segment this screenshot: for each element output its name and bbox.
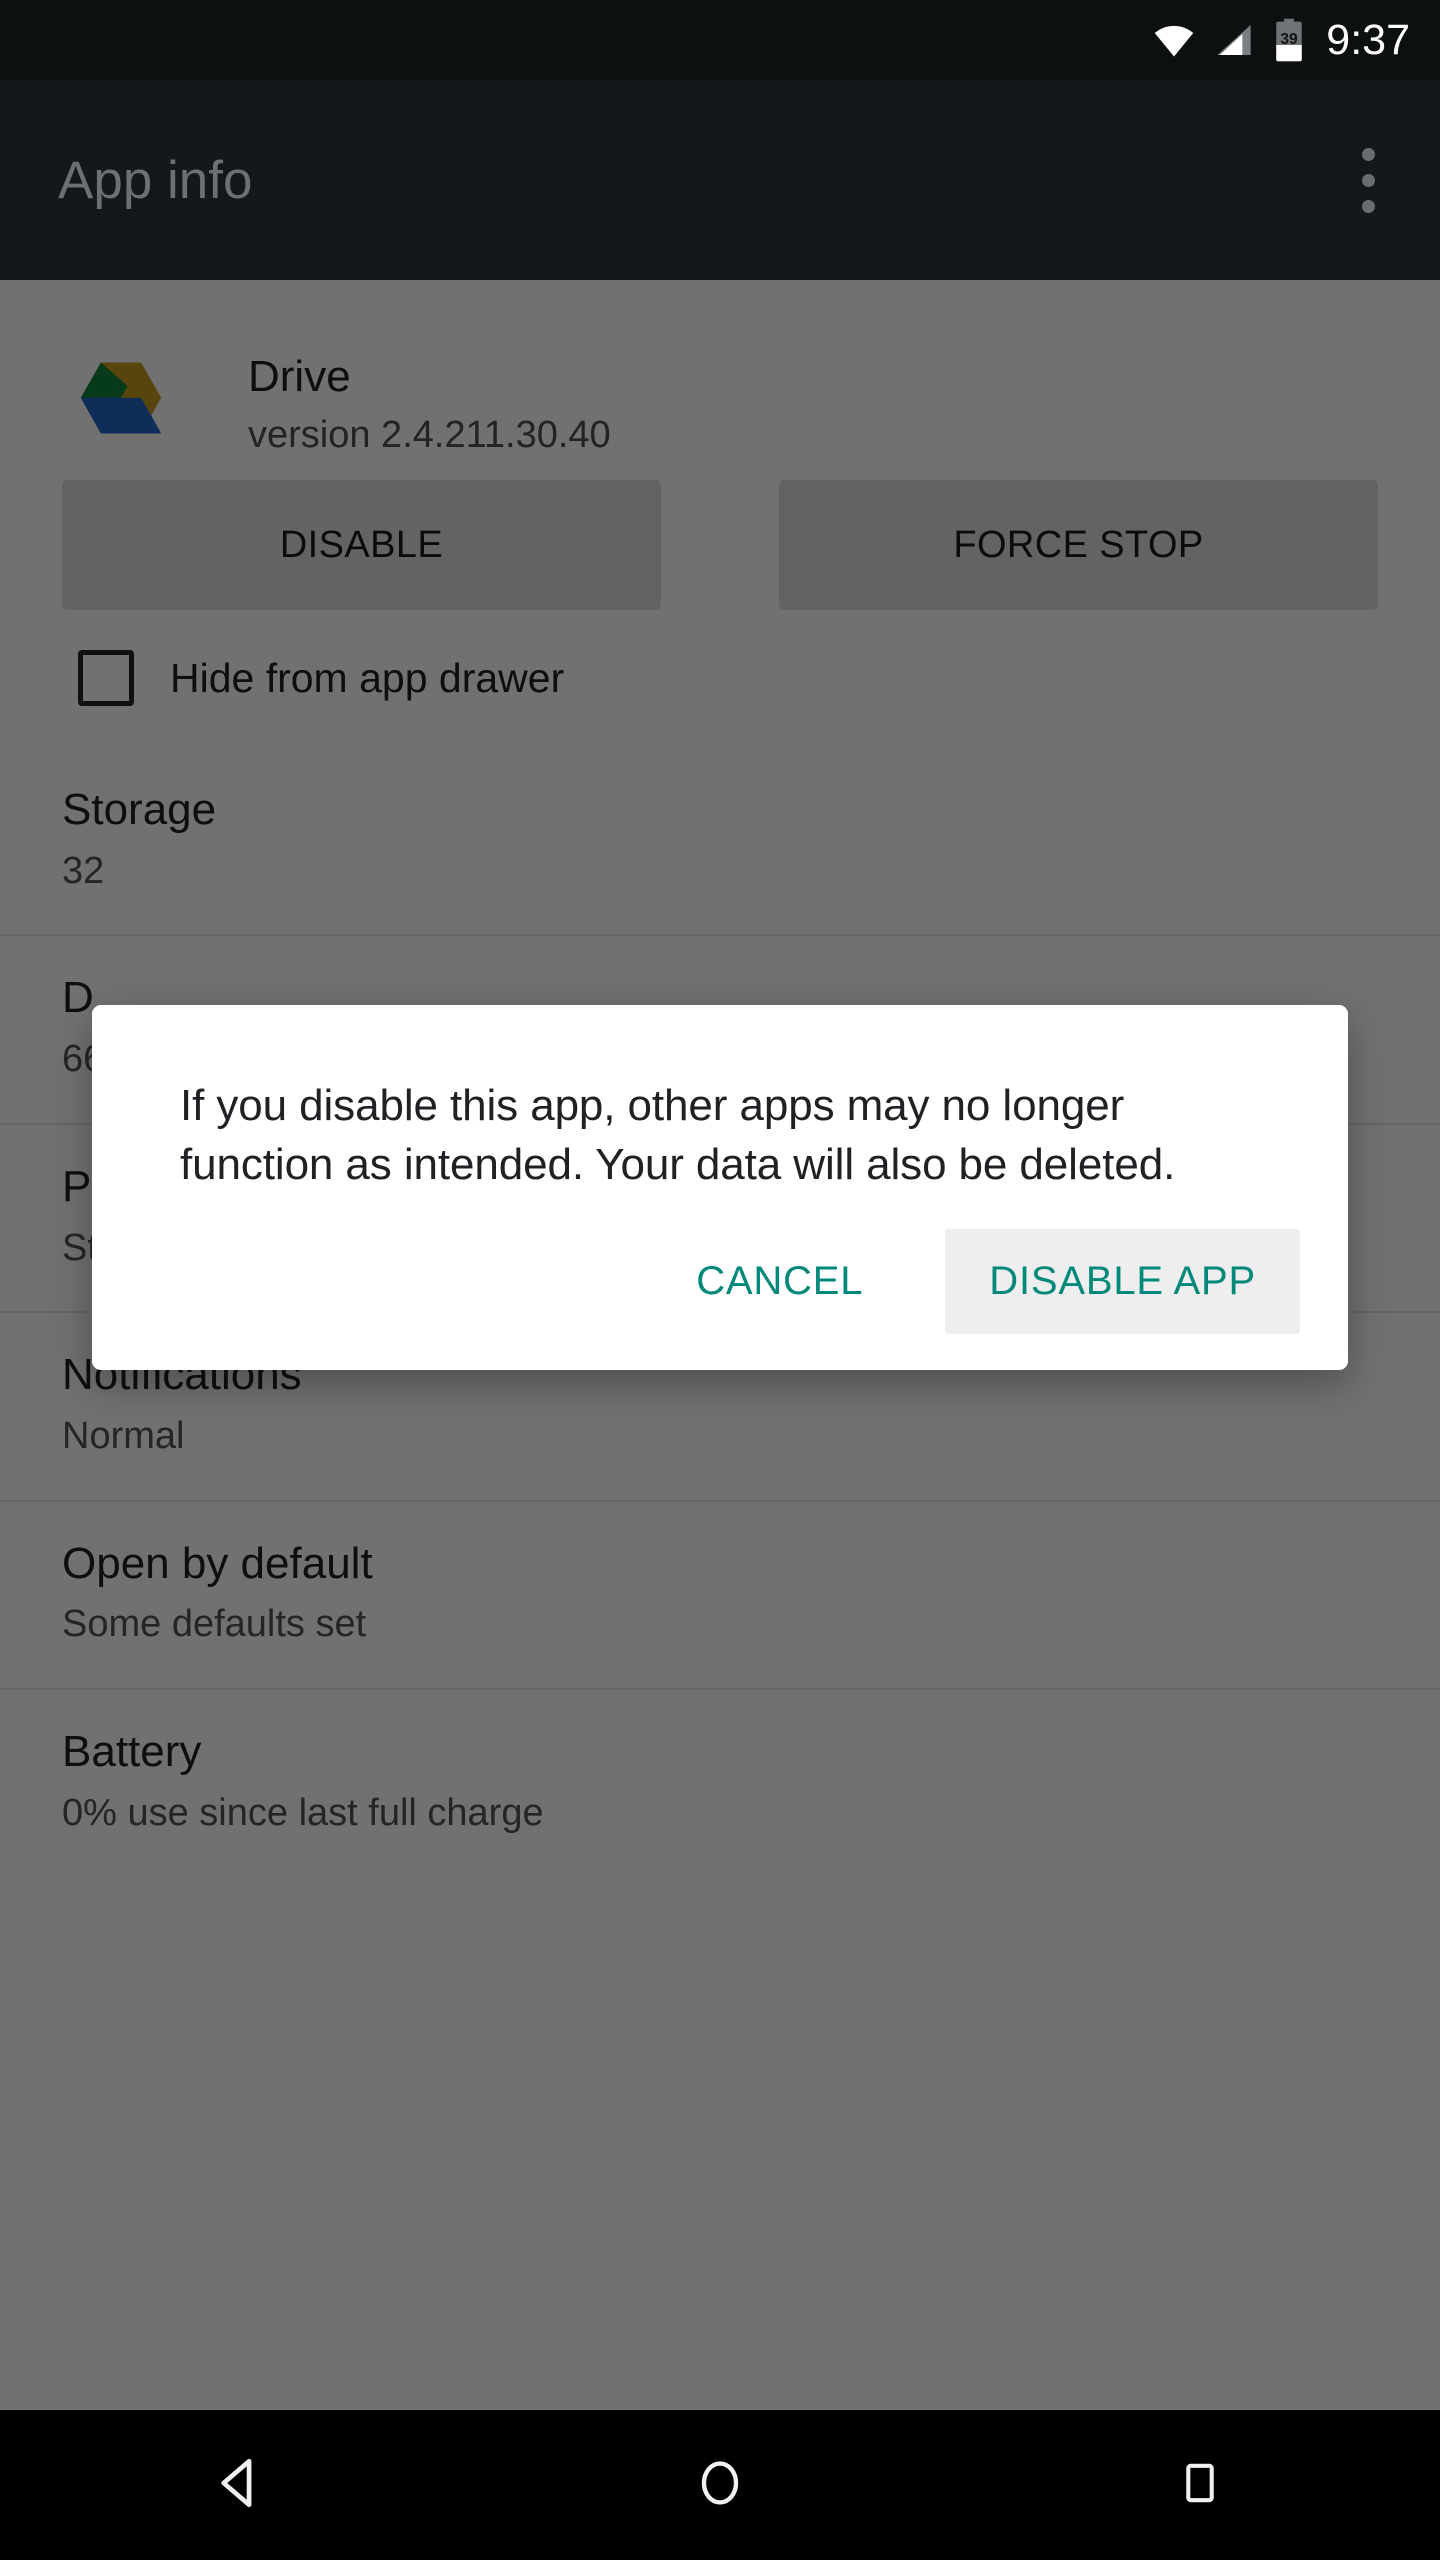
- page-title: App info: [58, 150, 253, 210]
- disable-app-button[interactable]: DISABLE APP: [945, 1228, 1300, 1334]
- list-item-title: Battery: [62, 1726, 202, 1776]
- recents-square-icon: [1175, 2458, 1225, 2513]
- hide-from-app-drawer-label: Hide from app drawer: [170, 654, 565, 701]
- status-icons: 39: [1152, 17, 1306, 63]
- list-item[interactable]: Storage 32: [0, 748, 1440, 934]
- wifi-icon: [1152, 18, 1196, 62]
- cellular-signal-icon: [1214, 20, 1254, 60]
- list-item-subtitle: 32: [62, 849, 105, 892]
- google-drive-icon: [62, 346, 180, 464]
- recents-button[interactable]: [960, 2458, 1440, 2513]
- app-header: Drive version 2.4.211.30.40: [0, 280, 1440, 470]
- overflow-dot: [1361, 147, 1375, 161]
- navigation-bar: [0, 2410, 1440, 2560]
- list-item[interactable]: Open by default Some defaults set: [0, 1499, 1440, 1688]
- back-triangle-icon: [211, 2454, 269, 2517]
- status-bar-clock: 9:37: [1326, 15, 1410, 64]
- hide-from-app-drawer-row[interactable]: Hide from app drawer: [0, 610, 1440, 706]
- app-bar: App info: [0, 80, 1440, 280]
- cancel-button[interactable]: CANCEL: [652, 1229, 907, 1334]
- battery-icon: 39: [1272, 17, 1306, 63]
- home-circle-icon: [693, 2456, 747, 2515]
- dialog-message: If you disable this app, other apps may …: [180, 1081, 1176, 1189]
- android-screen: 39 9:37 App info Drive version 2.4.211.3…: [0, 0, 1440, 2560]
- app-name: Drive: [248, 351, 351, 401]
- app-version: version 2.4.211.30.40: [248, 413, 611, 456]
- disable-button[interactable]: DISABLE: [62, 480, 661, 610]
- list-item-subtitle: Some defaults set: [62, 1603, 367, 1646]
- status-bar: 39 9:37: [0, 0, 1440, 80]
- back-button[interactable]: [0, 2454, 480, 2517]
- dialog-actions: CANCEL DISABLE APP: [92, 1195, 1348, 1370]
- overflow-dot: [1361, 199, 1375, 213]
- hide-from-app-drawer-checkbox[interactable]: [78, 650, 134, 706]
- home-button[interactable]: [480, 2456, 960, 2515]
- app-action-buttons: DISABLE FORCE STOP: [0, 480, 1440, 610]
- list-item-subtitle: 0% use since last full charge: [62, 1791, 544, 1834]
- disable-app-dialog: If you disable this app, other apps may …: [92, 1005, 1348, 1370]
- list-item-title: Storage: [62, 785, 217, 834]
- force-stop-button[interactable]: FORCE STOP: [779, 480, 1378, 610]
- list-item-subtitle: Normal: [62, 1414, 185, 1457]
- overflow-dot: [1361, 173, 1375, 187]
- overflow-menu-icon[interactable]: [1338, 135, 1398, 225]
- app-identity: Drive version 2.4.211.30.40: [248, 352, 611, 458]
- list-item-title: Open by default: [62, 1538, 373, 1588]
- list-item[interactable]: Battery 0% use since last full charge: [0, 1687, 1440, 1876]
- battery-level-text: 39: [1281, 31, 1299, 48]
